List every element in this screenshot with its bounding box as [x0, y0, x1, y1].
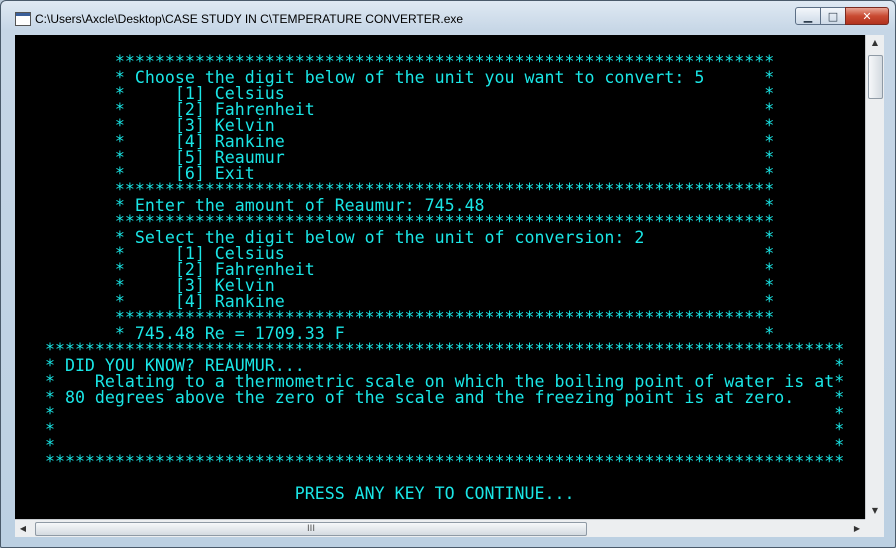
scroll-grip-icon: III	[307, 524, 315, 534]
horizontal-scrollbar[interactable]: ◀ III ▶	[15, 519, 865, 537]
scroll-right-arrow-icon[interactable]: ▶	[849, 520, 865, 537]
scroll-left-arrow-icon[interactable]: ◀	[15, 520, 31, 537]
console-app-icon[interactable]	[15, 12, 31, 26]
window-title: C:\Users\Axcle\Desktop\CASE STUDY IN C\T…	[35, 12, 464, 26]
maximize-button[interactable]: □	[820, 7, 846, 25]
console-line: PRESS ANY KEY TO CONTINUE...	[15, 484, 575, 503]
close-button[interactable]: ✕	[845, 7, 889, 25]
title-bar[interactable]: C:\Users\Axcle\Desktop\CASE STUDY IN C\T…	[1, 1, 895, 35]
console-window: C:\Users\Axcle\Desktop\CASE STUDY IN C\T…	[0, 0, 896, 548]
console-output[interactable]: ****************************************…	[15, 35, 865, 519]
minimize-button[interactable]: ▁	[795, 7, 821, 25]
vertical-scrollbar[interactable]: ▲ ▼	[865, 35, 884, 519]
scroll-down-arrow-icon[interactable]: ▼	[866, 503, 884, 519]
console-line: ****************************************…	[15, 452, 845, 471]
scroll-up-arrow-icon[interactable]: ▲	[866, 35, 884, 51]
vertical-scroll-thumb[interactable]	[868, 55, 883, 99]
caption-buttons: ▁ □ ✕	[795, 7, 889, 25]
horizontal-scroll-thumb[interactable]: III	[35, 522, 587, 536]
scrollbar-corner	[865, 519, 884, 537]
